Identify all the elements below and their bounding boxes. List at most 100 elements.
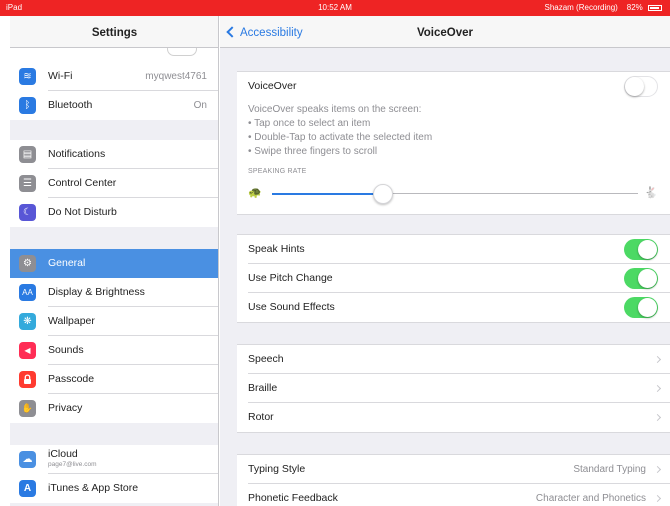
sidebar-item-sounds[interactable]: ◀ Sounds xyxy=(10,336,218,365)
speech-label: Speech xyxy=(248,353,284,365)
toggle-knob xyxy=(638,269,657,288)
typing-options-group: Typing Style Standard Typing Phonetic Fe… xyxy=(237,454,670,506)
settings-sidebar: ≋ Wi-Fi myqwest4761 ᛒ Bluetooth On ▤ Not… xyxy=(10,16,219,506)
typing-style-value: Standard Typing xyxy=(573,464,646,475)
phonetic-feedback-row[interactable]: Phonetic Feedback Character and Phonetic… xyxy=(237,484,670,506)
settings-title: Settings xyxy=(10,16,218,48)
chevron-right-icon xyxy=(653,384,662,393)
icloud-account: page7@live.com xyxy=(48,461,97,468)
bluetooth-value: On xyxy=(193,100,207,111)
control-center-icon: ☰ xyxy=(19,175,36,192)
pitch-change-row: Use Pitch Change xyxy=(237,264,670,293)
sidebar-item-label: Privacy xyxy=(48,402,83,414)
sidebar-item-privacy[interactable]: ✋ Privacy xyxy=(10,394,218,423)
speak-hints-label: Speak Hints xyxy=(248,243,305,255)
status-bar: iPad 10:52 AM Shazam (Recording) 82% xyxy=(0,0,670,16)
braille-label: Braille xyxy=(248,382,278,394)
voiceover-toggle[interactable] xyxy=(624,76,658,97)
toggle-knob xyxy=(638,240,657,259)
sidebar-item-label: General xyxy=(48,257,86,269)
chevron-right-icon xyxy=(653,413,662,422)
sidebar-item-label: Passcode xyxy=(48,373,95,385)
voiceover-links-group: Speech Braille Rotor xyxy=(237,344,670,433)
sidebar-item-label: Notifications xyxy=(48,148,106,160)
braille-row[interactable]: Braille xyxy=(237,374,670,403)
sidebar-item-label: Wallpaper xyxy=(48,315,95,327)
sidebar-item-label: Bluetooth xyxy=(48,99,93,111)
rabbit-icon: 🐇 xyxy=(644,187,658,199)
sidebar-item-itunes-app-store[interactable]: A iTunes & App Store xyxy=(10,474,218,503)
chevron-right-icon xyxy=(653,465,662,474)
wallpaper-icon: ❋ xyxy=(19,313,36,330)
sound-effects-toggle[interactable] xyxy=(624,297,658,318)
wifi-icon: ≋ xyxy=(19,68,36,85)
voiceover-tip: • Swipe three fingers to scroll xyxy=(248,146,378,157)
voiceover-tip: • Double-Tap to activate the selected it… xyxy=(248,132,433,143)
pitch-change-toggle[interactable] xyxy=(624,268,658,289)
sidebar-item-do-not-disturb[interactable]: ☾ Do Not Disturb xyxy=(10,198,218,227)
speaking-rate-label: SPEAKING RATE xyxy=(248,168,307,175)
typing-style-label: Typing Style xyxy=(248,463,306,475)
rotor-label: Rotor xyxy=(248,411,274,423)
detail-pane: Accessibility VoiceOver VoiceOver VoiceO… xyxy=(220,16,670,506)
battery-icon xyxy=(648,5,662,11)
notifications-icon: ▤ xyxy=(19,146,36,163)
sidebar-item-label: iTunes & App Store xyxy=(48,482,139,494)
sound-effects-label: Use Sound Effects xyxy=(248,301,335,313)
sidebar-item-label: Display & Brightness xyxy=(48,286,145,298)
sidebar-item-bluetooth[interactable]: ᛒ Bluetooth On xyxy=(10,91,218,120)
sidebar-item-wallpaper[interactable]: ❋ Wallpaper xyxy=(10,307,218,336)
speak-hints-toggle[interactable] xyxy=(624,239,658,260)
chevron-right-icon xyxy=(653,355,662,364)
sidebar-item-label: Control Center xyxy=(48,177,117,189)
sidebar-item-passcode[interactable]: Passcode xyxy=(10,365,218,394)
lock-glyph xyxy=(24,374,31,384)
gear-icon: ⚙ xyxy=(19,255,36,272)
navigation-bar: Accessibility VoiceOver xyxy=(220,16,670,48)
voiceover-description: VoiceOver speaks items on the screen: xyxy=(248,104,422,115)
bluetooth-icon: ᛒ xyxy=(19,97,36,114)
speaker-icon: ◀ xyxy=(19,342,36,359)
voiceover-label: VoiceOver xyxy=(248,80,297,92)
sidebar-item-label: Sounds xyxy=(48,344,84,356)
sidebar-item-wifi[interactable]: ≋ Wi-Fi myqwest4761 xyxy=(10,62,218,91)
hand-icon: ✋ xyxy=(19,400,36,417)
sidebar-item-general[interactable]: ⚙ General xyxy=(10,249,218,278)
typing-style-row[interactable]: Typing Style Standard Typing xyxy=(237,455,670,484)
voiceover-options-group: Speak Hints Use Pitch Change Use Sound E… xyxy=(237,234,670,323)
moon-icon: ☾ xyxy=(19,204,36,221)
app-store-icon: A xyxy=(19,480,36,497)
rotor-row[interactable]: Rotor xyxy=(237,403,670,432)
recording-indicator: Shazam (Recording) xyxy=(544,3,618,12)
sidebar-item-label: Do Not Disturb xyxy=(48,206,117,218)
sound-effects-row: Use Sound Effects xyxy=(237,293,670,322)
voiceover-group: VoiceOver VoiceOver speaks items on the … xyxy=(237,71,670,215)
sidebar-item-control-center[interactable]: ☰ Control Center xyxy=(10,169,218,198)
toggle-knob xyxy=(638,298,657,317)
icloud-icon: ☁ xyxy=(19,451,36,468)
speech-row[interactable]: Speech xyxy=(237,345,670,374)
sidebar-item-label: Wi-Fi xyxy=(48,70,73,82)
phonetic-feedback-value: Character and Phonetics xyxy=(535,493,646,504)
sidebar-item-label: iCloud xyxy=(48,448,78,460)
lock-icon xyxy=(19,371,36,388)
status-right: Shazam (Recording) 82% xyxy=(544,3,662,12)
sidebar-item-notifications[interactable]: ▤ Notifications xyxy=(10,140,218,169)
sidebar-item-display-brightness[interactable]: AA Display & Brightness xyxy=(10,278,218,307)
battery-percentage: 82% xyxy=(626,3,643,12)
slider-track-filled xyxy=(272,193,384,195)
slider-thumb[interactable] xyxy=(373,184,393,204)
display-brightness-icon: AA xyxy=(19,284,36,301)
slider-track xyxy=(384,193,638,194)
sidebar-item-icloud[interactable]: ☁ iCloud page7@live.com xyxy=(10,445,218,474)
toggle-knob xyxy=(625,77,644,96)
speaking-rate-slider[interactable]: 🐢 🐇 xyxy=(248,182,658,206)
partial-row xyxy=(10,42,218,62)
chevron-right-icon xyxy=(653,494,662,503)
pitch-change-label: Use Pitch Change xyxy=(248,272,333,284)
voiceover-row: VoiceOver xyxy=(237,72,670,101)
phonetic-feedback-label: Phonetic Feedback xyxy=(248,492,338,504)
speak-hints-row: Speak Hints xyxy=(237,235,670,264)
turtle-icon: 🐢 xyxy=(248,187,262,199)
voiceover-tip: • Tap once to select an item xyxy=(248,118,371,129)
